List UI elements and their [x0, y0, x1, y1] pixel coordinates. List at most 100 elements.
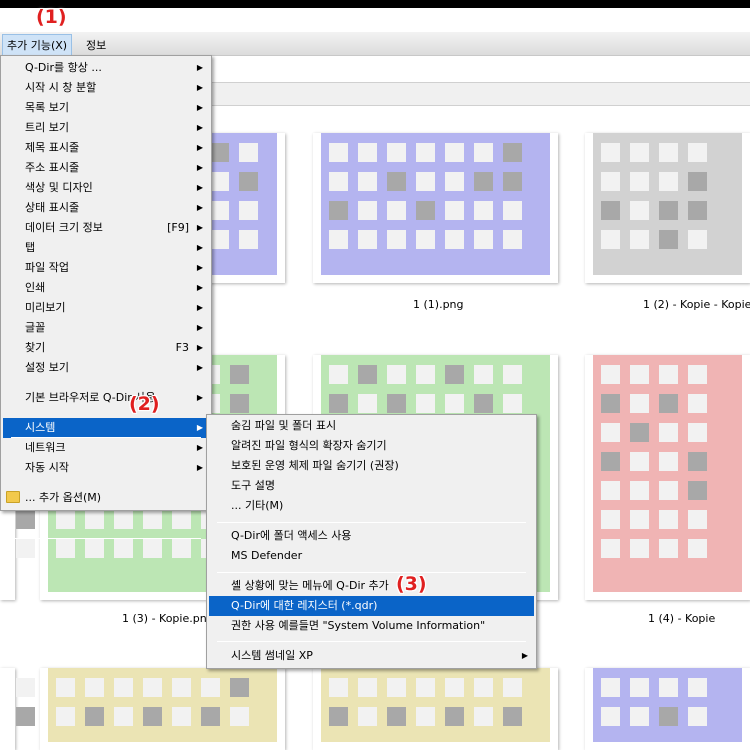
thumbnail-cell — [114, 678, 133, 697]
annotation-badge-3: (3) — [396, 573, 427, 595]
thumbnail-cell — [601, 172, 620, 191]
thumbnail-cell — [172, 510, 191, 529]
thumbnail-yellow[interactable] — [313, 668, 558, 750]
thumbnail-cell — [630, 172, 649, 191]
menu-item-tab[interactable]: 탭 ▶ — [3, 238, 209, 258]
thumbnail-cell — [601, 452, 620, 471]
submenu-item-system-thumbnails-xp[interactable]: 시스템 썸네일 XP ▶ — [209, 646, 534, 666]
submenu-item-ms-defender[interactable]: MS Defender — [209, 546, 534, 566]
thumbnail-cell — [56, 510, 75, 529]
thumbnail-cell — [416, 230, 435, 249]
menu-item-tree-view[interactable]: 트리 보기 ▶ — [3, 118, 209, 138]
submenu-item-other[interactable]: ... 기타(M) — [209, 496, 534, 516]
thumbnail-cell — [474, 707, 493, 726]
menu-item-always[interactable]: Q-Dir를 항상 ... ▶ — [3, 58, 209, 78]
thumbnail-caption[interactable]: 1 (2) - Kopie - Kopie. — [643, 298, 750, 311]
menu-item-label: 시스템 썸네일 XP — [231, 649, 313, 662]
thumbnail-cell — [56, 678, 75, 697]
submenu-item-system-volume-info[interactable]: 권한 사용 예를들면 "System Volume Information" — [209, 616, 534, 636]
thumbnail-cell — [659, 539, 678, 558]
thumbnail-cell — [659, 678, 678, 697]
thumbnail-cell — [474, 230, 493, 249]
menu-item-file-ops[interactable]: 파일 작업 ▶ — [3, 258, 209, 278]
menu-info[interactable]: 정보 — [82, 36, 110, 54]
menu-item-split[interactable]: 시작 시 창 분할 ▶ — [3, 78, 209, 98]
menu-item-label: 시스템 — [25, 421, 56, 434]
thumbnail-cell — [688, 539, 707, 558]
thumbnail-cell — [659, 452, 678, 471]
menu-item-default-browser[interactable]: 기본 브라우저로 Q-Dir 사용 ▶ — [3, 388, 209, 408]
thumbnail-cell — [445, 707, 464, 726]
submenu-item-shell-context-menu[interactable]: 셸 상황에 맞는 메뉴에 Q-Dir 추가 — [209, 576, 534, 596]
thumbnail-cell — [143, 539, 162, 558]
thumbnail-cell — [143, 678, 162, 697]
thumbnail-purple[interactable] — [313, 133, 558, 283]
submenu-arrow-icon: ▶ — [196, 63, 203, 72]
thumbnail-cell — [114, 539, 133, 558]
submenu-item-hide-extensions[interactable]: 알려진 파일 형식의 확장자 숨기기 — [209, 436, 534, 456]
menu-item-network[interactable]: 네트워크 ▶ — [3, 438, 209, 458]
menu-bar: 추가 기능(X) 정보 — [0, 32, 750, 56]
thumbnail-cell — [503, 201, 522, 220]
submenu-item-tooltips[interactable]: 도구 설명 — [209, 476, 534, 496]
thumbnail-cell — [601, 707, 620, 726]
thumbnail-yellow[interactable] — [40, 668, 285, 750]
menu-item-find[interactable]: 찾기 F3 ▶ — [3, 338, 209, 358]
thumbnail-cell — [239, 143, 258, 162]
menu-item-more-options[interactable]: ... 추가 옵션(M) — [3, 488, 209, 508]
menu-item-label: 보호된 운영 체제 파일 숨기기 (권장) — [231, 459, 399, 472]
thumbnail-cell — [659, 394, 678, 413]
menu-item-view-settings[interactable]: 설정 보기 ▶ — [3, 358, 209, 378]
menu-item-autostart[interactable]: 자동 시작 ▶ — [3, 458, 209, 478]
submenu-item-hide-os-files[interactable]: 보호된 운영 체제 파일 숨기기 (권장) — [209, 456, 534, 476]
thumbnail-caption[interactable]: 1 (4) - Kopie — [648, 612, 715, 625]
menu-item-label: ... 기타(M) — [231, 499, 284, 512]
thumbnail-cell — [659, 707, 678, 726]
thumbnail-cell — [688, 230, 707, 249]
thumbnail-cell — [688, 423, 707, 442]
thumbnail-cell — [630, 201, 649, 220]
thumbnail-cell — [201, 678, 220, 697]
thumbnail-caption[interactable]: 1 (1).png — [413, 298, 464, 311]
menu-item-color-design[interactable]: 색상 및 디자인 ▶ — [3, 178, 209, 198]
thumbnail-gray[interactable] — [585, 133, 750, 283]
menu-item-preview[interactable]: 미리보기 ▶ — [3, 298, 209, 318]
thumbnail-cell — [445, 365, 464, 384]
submenu-arrow-icon: ▶ — [196, 143, 203, 152]
submenu-arrow-icon: ▶ — [196, 163, 203, 172]
menu-item-title-bar[interactable]: 제목 표시줄 ▶ — [3, 138, 209, 158]
submenu-arrow-icon: ▶ — [196, 423, 203, 432]
menu-item-status-bar[interactable]: 상태 표시줄 ▶ — [3, 198, 209, 218]
menu-item-label: 트리 보기 — [25, 121, 69, 134]
thumbnail-caption[interactable]: 1 (3) - Kopie.png — [122, 612, 214, 625]
thumbnail-cell — [239, 172, 258, 191]
submenu-item-show-hidden[interactable]: 숨김 파일 및 폴더 표시 — [209, 416, 534, 436]
thumbnail-cell — [630, 539, 649, 558]
thumbnail-cell — [358, 365, 377, 384]
thumbnail-cell — [503, 143, 522, 162]
menu-item-system[interactable]: 시스템 ▶ — [3, 418, 209, 438]
menu-item-address-bar[interactable]: 주소 표시줄 ▶ — [3, 158, 209, 178]
thumbnail-gray[interactable] — [0, 668, 35, 750]
menu-item-print[interactable]: 인쇄 ▶ — [3, 278, 209, 298]
submenu-arrow-icon: ▶ — [196, 363, 203, 372]
submenu-arrow-icon: ▶ — [196, 393, 203, 402]
menu-item-list-view[interactable]: 목록 보기 ▶ — [3, 98, 209, 118]
submenu-item-folder-access[interactable]: Q-Dir에 폴더 액세스 사용 — [209, 526, 534, 546]
submenu-item-register-qdr[interactable]: Q-Dir에 대한 레지스터 (*.qdr) — [209, 596, 534, 616]
menu-item-font[interactable]: 글꼴 ▶ — [3, 318, 209, 338]
menu-item-data-size[interactable]: 데이터 크기 정보 [F9] ▶ — [3, 218, 209, 238]
thumbnail-red[interactable] — [585, 355, 750, 600]
thumbnail-cell — [387, 365, 406, 384]
folder-icon — [6, 491, 20, 503]
thumbnail-cell — [387, 201, 406, 220]
thumbnail-cell — [601, 394, 620, 413]
annotation-badge-1: (1) — [36, 6, 67, 28]
thumbnail-cell — [503, 230, 522, 249]
menu-item-label: 네트워크 — [25, 441, 66, 454]
thumbnail-cell — [329, 365, 348, 384]
menu-item-label: 데이터 크기 정보 — [25, 221, 103, 234]
thumbnail-cell — [659, 510, 678, 529]
menu-extras[interactable]: 추가 기능(X) — [2, 34, 73, 56]
thumbnail-purple[interactable] — [585, 668, 750, 750]
